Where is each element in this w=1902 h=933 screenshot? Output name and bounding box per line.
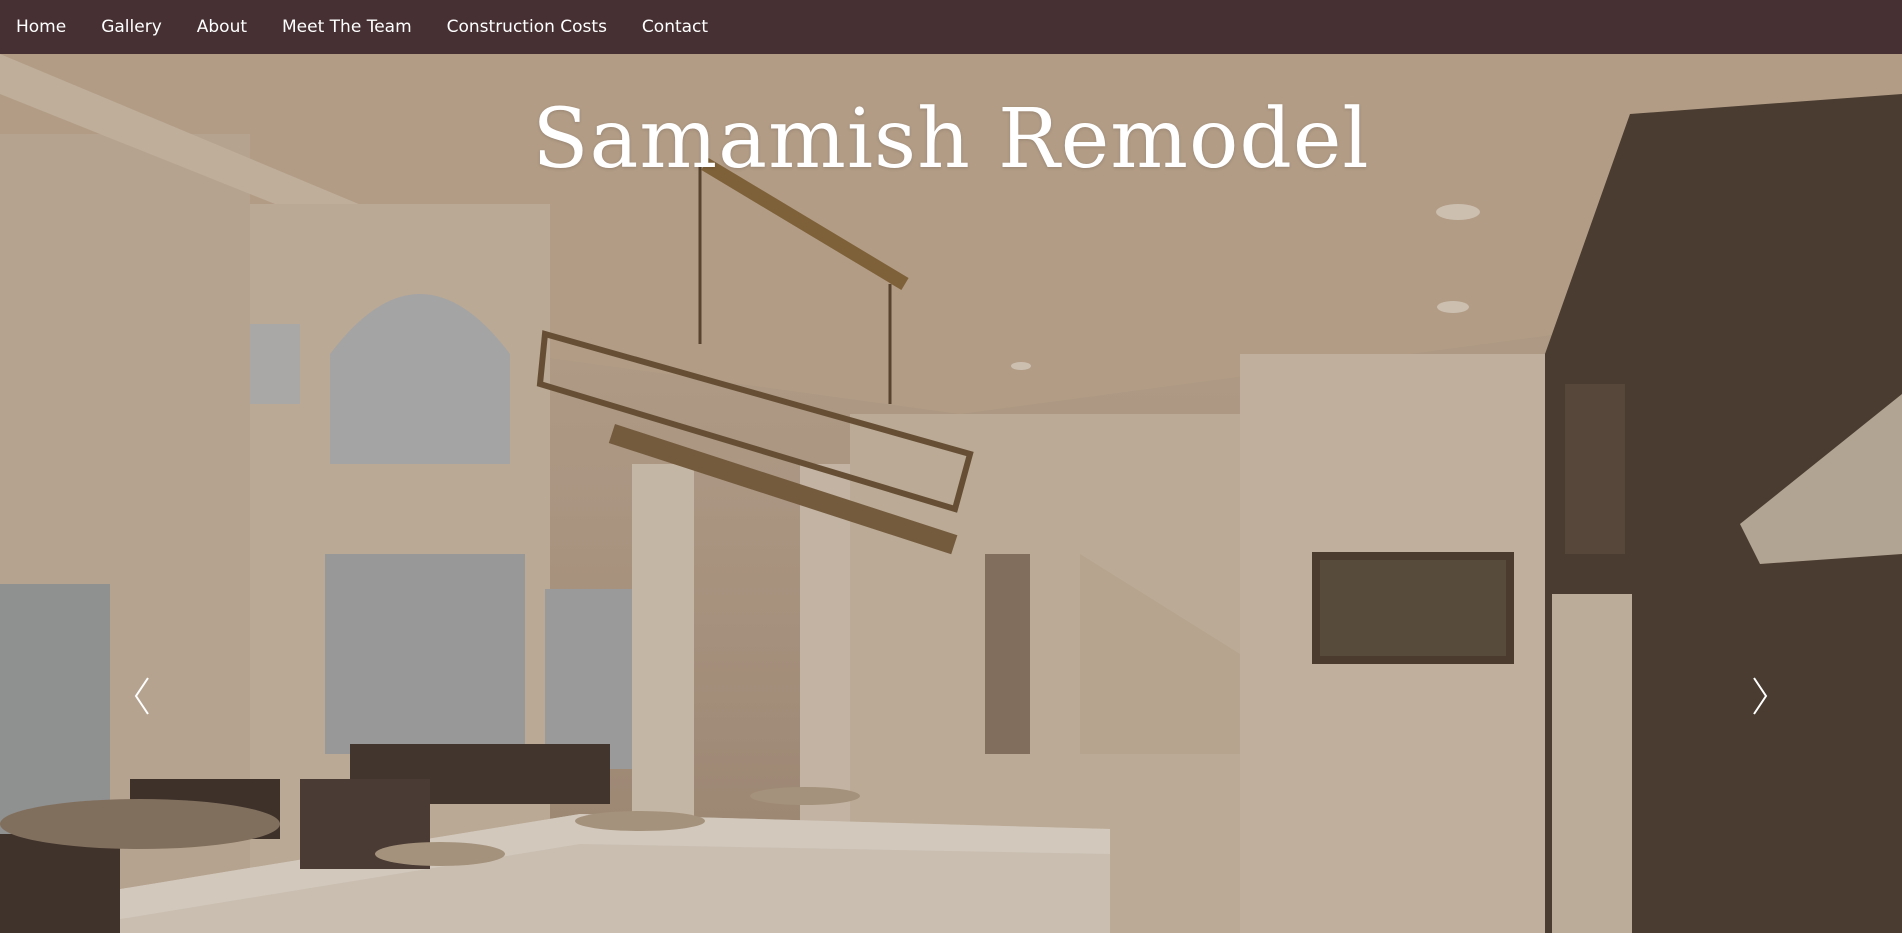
- nav-link-gallery[interactable]: Gallery: [101, 17, 162, 37]
- nav-link-about[interactable]: About: [197, 17, 247, 37]
- carousel-next-button[interactable]: [1740, 666, 1780, 726]
- nav-link-meet-the-team[interactable]: Meet The Team: [282, 17, 412, 37]
- nav-link-construction-costs[interactable]: Construction Costs: [447, 17, 607, 37]
- chevron-left-icon: [134, 677, 149, 715]
- chevron-right-icon: [1753, 677, 1768, 715]
- hero-carousel: Samamish Remodel: [0, 54, 1902, 933]
- hero-title: Samamish Remodel: [532, 92, 1370, 187]
- top-navigation: Home Gallery About Meet The Team Constru…: [0, 0, 1902, 54]
- nav-link-contact[interactable]: Contact: [642, 17, 708, 37]
- nav-link-home[interactable]: Home: [16, 17, 66, 37]
- carousel-prev-button[interactable]: [122, 666, 162, 726]
